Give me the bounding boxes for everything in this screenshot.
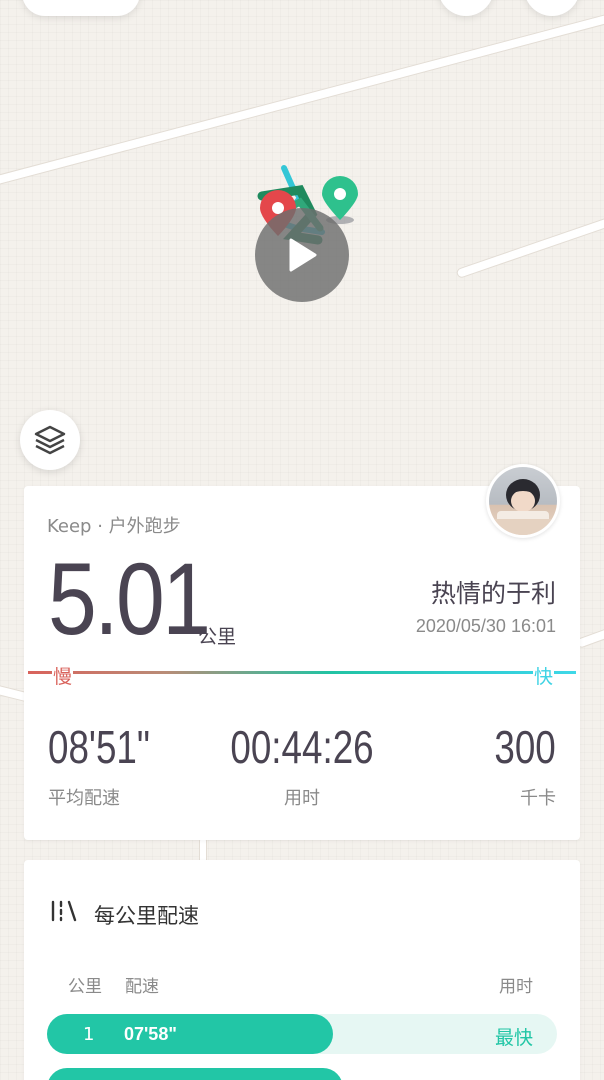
run-summary-card: Keep · 户外跑步 5.01 公里 热情的于利 2020/05/30 16:…	[24, 486, 580, 840]
pace-section-title: 每公里配速	[94, 904, 199, 928]
duration-value: 00:44:26	[230, 721, 374, 773]
activity-datetime: 2020/05/30 16:01	[415, 616, 556, 636]
user-name[interactable]: 热情的于利	[431, 574, 556, 610]
pace-row-km: 1	[83, 1024, 95, 1045]
column-header-pace: 配速	[125, 977, 159, 997]
layers-icon	[34, 425, 66, 455]
speed-slow-label: 慢	[52, 662, 74, 689]
calories-value: 300	[494, 721, 556, 773]
pace-row[interactable]	[47, 1068, 557, 1080]
avatar-image	[489, 467, 557, 535]
duration-label: 用时	[284, 788, 320, 809]
avatar[interactable]	[486, 464, 560, 538]
replay-control[interactable]	[255, 208, 349, 302]
play-button[interactable]	[255, 208, 349, 302]
pace-per-km-card: 每公里配速 公里 配速 用时 1 07'58" 最快	[24, 860, 580, 1080]
top-pill-button[interactable]	[22, 0, 140, 16]
pace-bar-fill	[47, 1068, 343, 1080]
speed-fast-label: 快	[532, 662, 554, 689]
column-header-km: 公里	[68, 977, 102, 997]
pace-chart-icon	[51, 900, 77, 922]
fastest-badge: 最快	[494, 1027, 533, 1049]
speed-gradient-bar	[28, 671, 576, 674]
pace-row-pace: 07'58"	[124, 1024, 177, 1044]
play-icon	[289, 238, 317, 272]
column-header-time: 用时	[499, 977, 533, 997]
calories-label: 千卡	[520, 788, 556, 809]
pace-row[interactable]: 1 07'58" 最快	[47, 1014, 557, 1054]
map-layers-button[interactable]	[20, 410, 80, 470]
activity-source: Keep · 户外跑步	[47, 516, 181, 537]
distance-unit: 公里	[198, 626, 237, 648]
distance-value: 5.01	[48, 542, 211, 656]
